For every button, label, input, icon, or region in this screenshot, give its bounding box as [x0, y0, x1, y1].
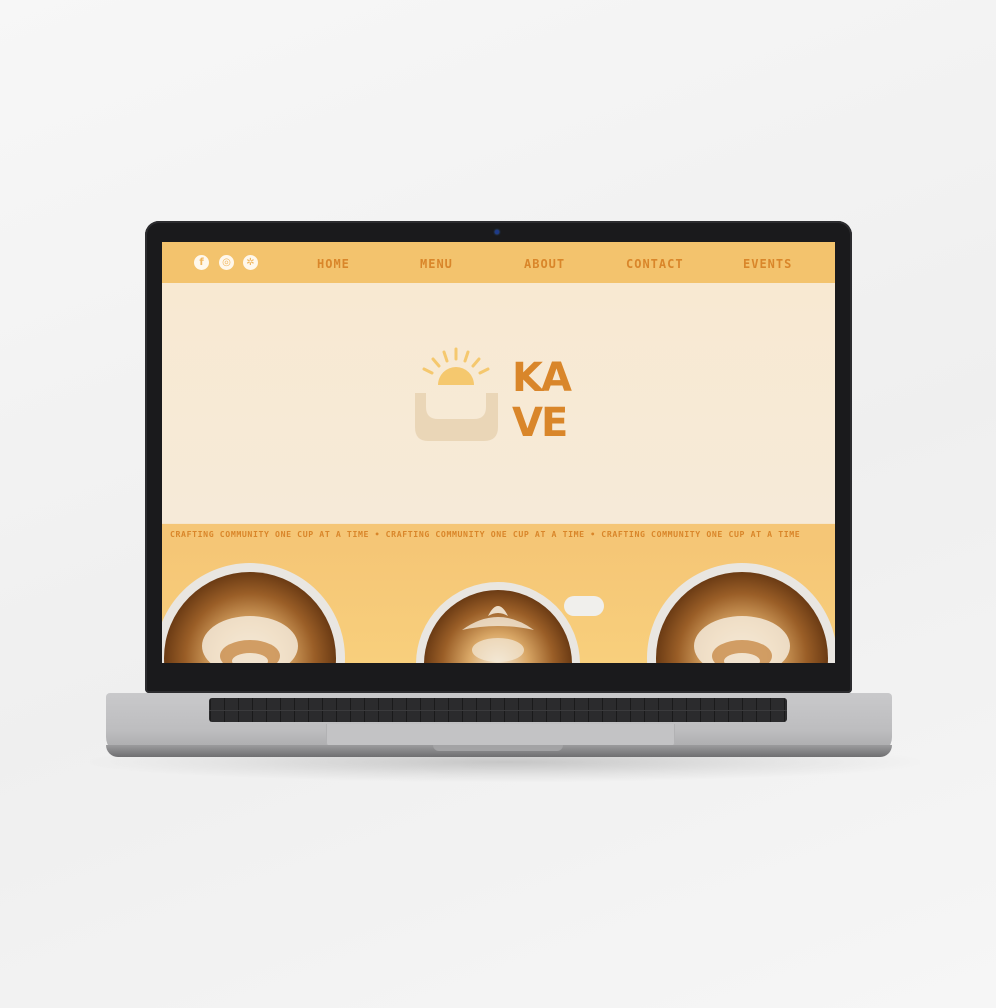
nav-link-menu[interactable]: MENU: [420, 257, 453, 271]
nav-link-home[interactable]: HOME: [317, 257, 350, 271]
logo-wordmark-top: KA: [512, 355, 572, 401]
nav-link-about[interactable]: ABOUT: [524, 257, 565, 271]
latte-cup-left: [162, 563, 345, 663]
trackpad: [326, 724, 675, 747]
laptop-screen: f ◎ ✲ HOME MENU ABOUT CONTACT EVENTS KA …: [162, 242, 835, 663]
coffee-cups-banner: [162, 546, 835, 663]
latte-cup-right: [647, 563, 835, 663]
instagram-icon[interactable]: ◎: [219, 255, 234, 270]
nav-link-contact[interactable]: CONTACT: [626, 257, 684, 271]
keyboard-function-row: [209, 698, 787, 711]
laptop-lid-notch: [433, 745, 563, 751]
top-navigation-bar: f ◎ ✲ HOME MENU ABOUT CONTACT EVENTS: [162, 242, 835, 283]
latte-cup-middle: [416, 582, 604, 663]
laptop-mockup-scene: f ◎ ✲ HOME MENU ABOUT CONTACT EVENTS KA …: [0, 0, 996, 1008]
hero-section: KA VE: [162, 283, 835, 523]
cup-icon: [415, 393, 498, 441]
tagline-ticker: CRAFTING COMMUNITY ONE CUP AT A TIME • C…: [162, 524, 835, 546]
latte-cups-image: [162, 563, 835, 663]
kave-logo: KA VE: [415, 347, 574, 446]
yelp-icon[interactable]: ✲: [243, 255, 258, 270]
nav-link-events[interactable]: EVENTS: [743, 257, 792, 271]
webcam: [495, 230, 499, 234]
sun-icon: [438, 367, 474, 385]
ticker-text: CRAFTING COMMUNITY ONE CUP AT A TIME • C…: [170, 529, 801, 539]
facebook-icon[interactable]: f: [194, 255, 209, 270]
logo-wordmark-bottom: VE: [512, 400, 566, 446]
